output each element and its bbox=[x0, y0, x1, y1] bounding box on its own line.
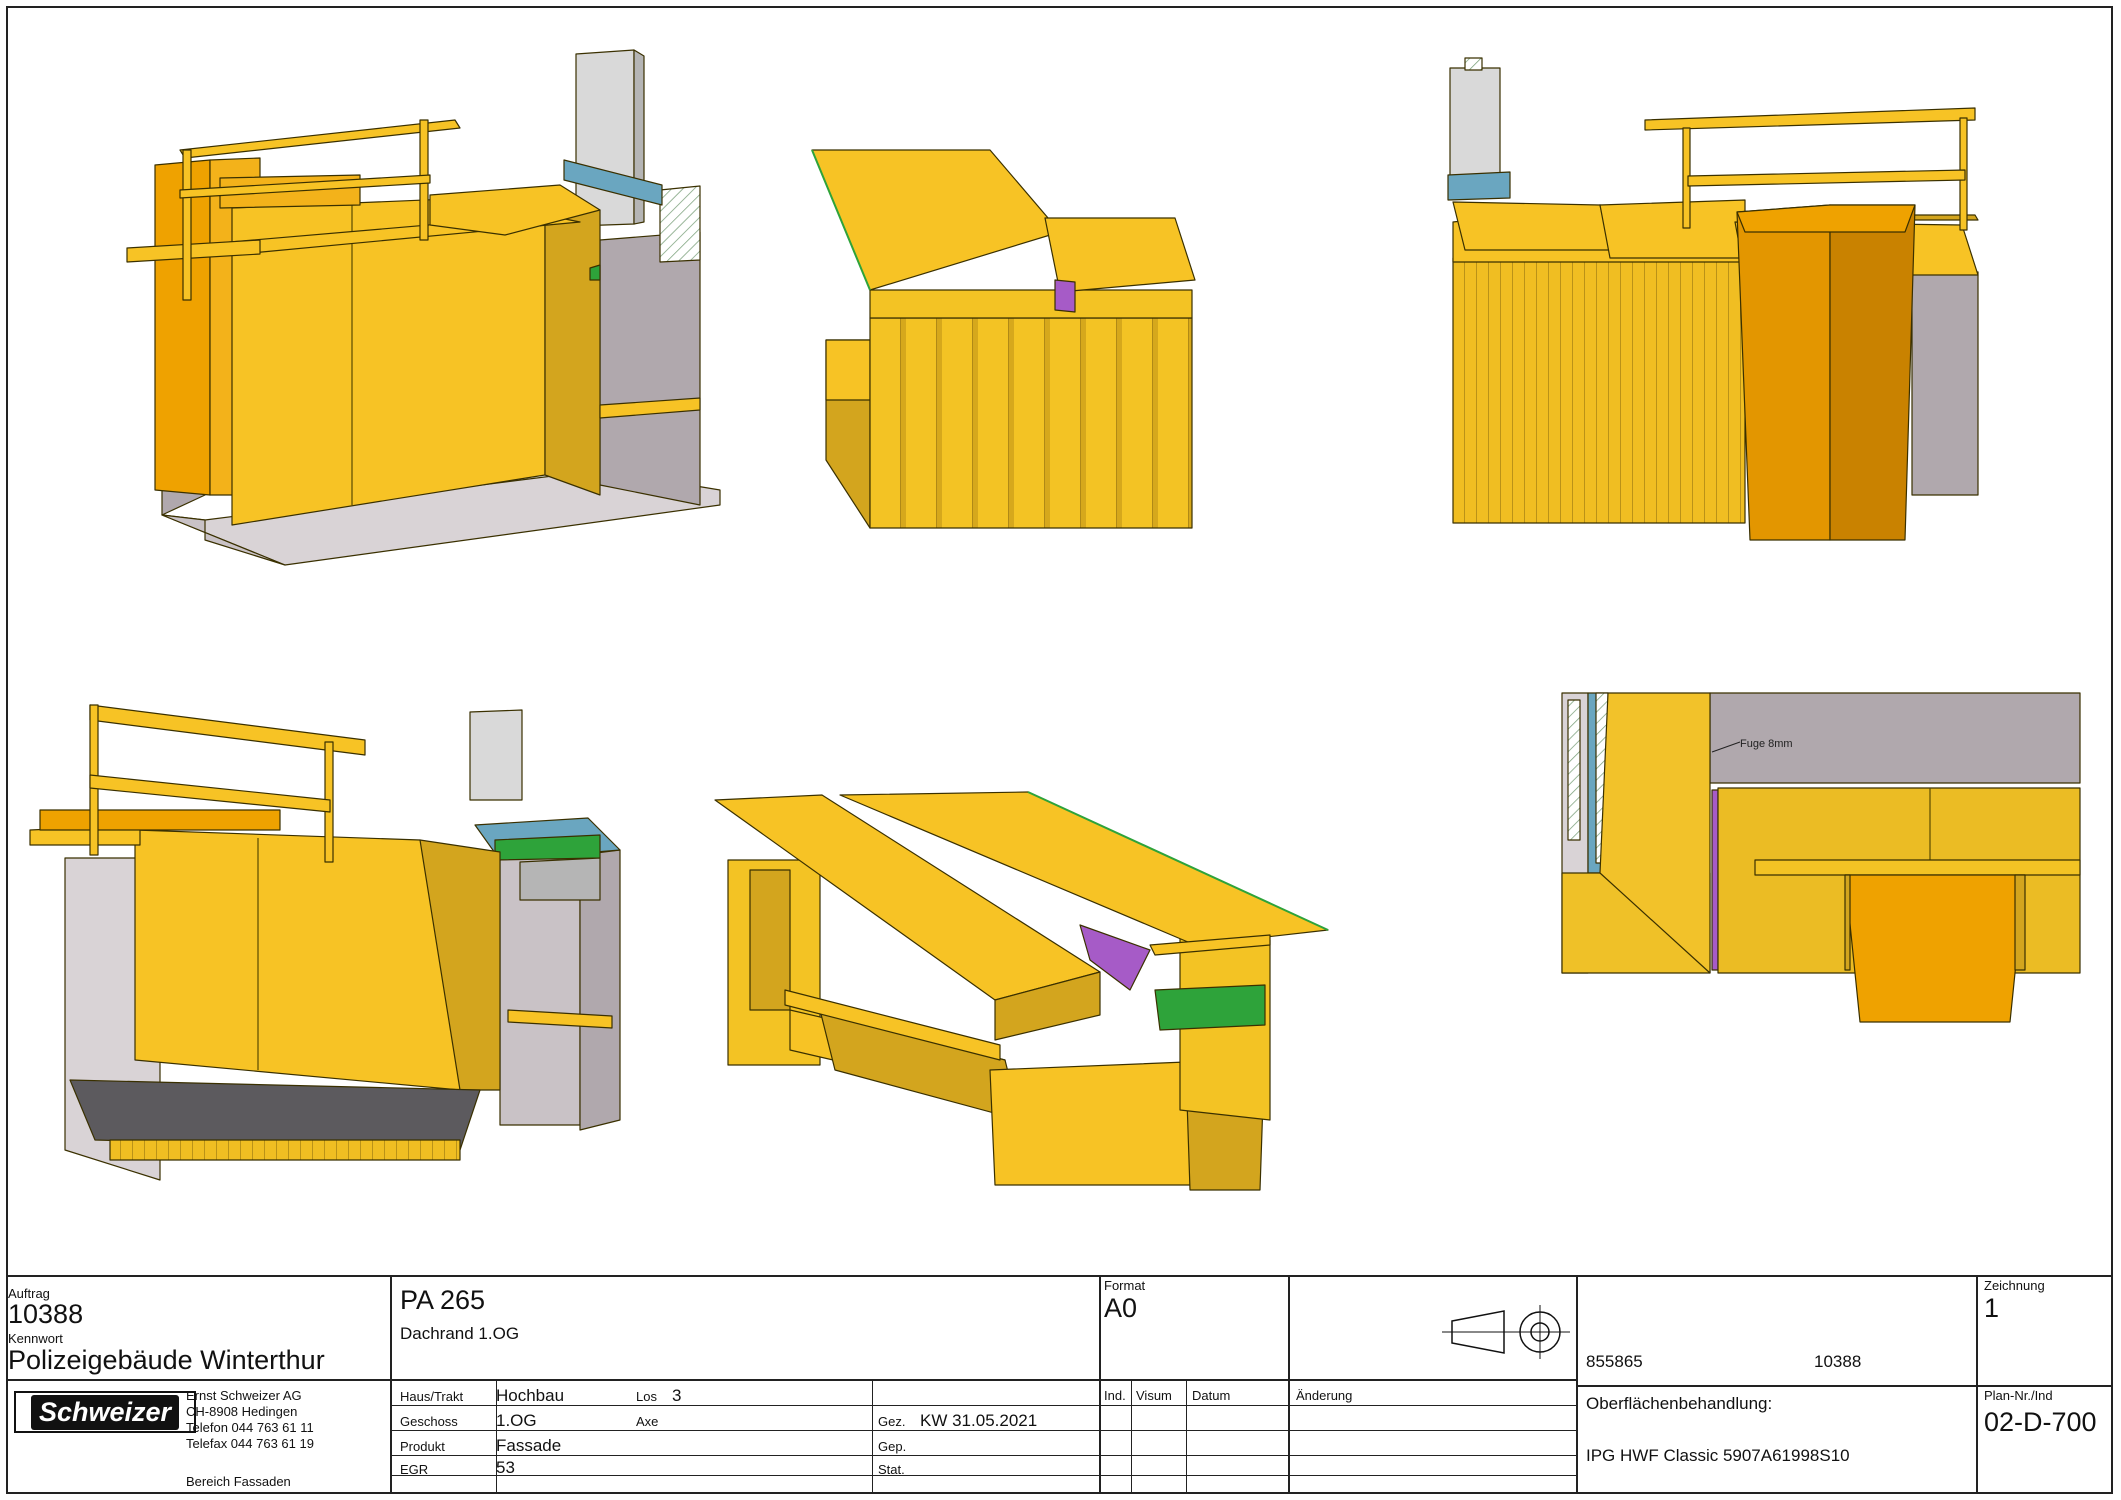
project-description: Dachrand 1.OG bbox=[400, 1324, 520, 1343]
ref-right: 10388 bbox=[1814, 1352, 1862, 1371]
company-phone: Telefon 044 763 61 11 bbox=[186, 1420, 314, 1435]
title-block: Auftrag 10388 Kennwort Polizeigebäude Wi… bbox=[6, 1275, 2113, 1494]
gez-label: Gez. bbox=[878, 1414, 906, 1429]
detail-section-view: Fuge 8mm bbox=[1561, 692, 2081, 1023]
company-department: Bereich Fassaden bbox=[186, 1474, 291, 1489]
drawing-views: Fuge 8mm bbox=[29, 49, 2081, 1191]
kennwort-label: Kennwort bbox=[8, 1331, 63, 1346]
format-value: A0 bbox=[1104, 1293, 1138, 1323]
row-value-haus: Hochbau bbox=[496, 1386, 565, 1405]
row-value-produkt: Fassade bbox=[496, 1436, 562, 1455]
iso-view-front-left bbox=[126, 49, 721, 566]
rev-header-aenderung: Änderung bbox=[1296, 1388, 1353, 1403]
iso-view-underside bbox=[29, 704, 621, 1181]
row-label-produkt: Produkt bbox=[400, 1439, 445, 1454]
row-label-geschoss: Geschoss bbox=[400, 1414, 458, 1429]
row-label-los: Los bbox=[636, 1389, 657, 1404]
iso-view-cut-perspective bbox=[714, 791, 1329, 1191]
company-fax: Telefax 044 763 61 19 bbox=[186, 1436, 314, 1451]
ref-left: 855865 bbox=[1586, 1352, 1643, 1371]
row-value-egr: 53 bbox=[496, 1458, 515, 1477]
iso-view-rear-right bbox=[1447, 57, 1979, 541]
format-label: Format bbox=[1104, 1278, 1146, 1293]
zeichnung-label: Zeichnung bbox=[1984, 1278, 2045, 1293]
stat-label: Stat. bbox=[878, 1462, 905, 1477]
surface-label: Oberflächenbehandlung: bbox=[1586, 1394, 1773, 1413]
company-logo: Schweizer bbox=[14, 1391, 196, 1433]
surface-value: IPG HWF Classic 5907A61998S10 bbox=[1586, 1446, 1850, 1465]
plan-value: 02-D-700 bbox=[1984, 1407, 2097, 1437]
projection-symbol-icon bbox=[1442, 1305, 1570, 1359]
auftrag-value: 10388 bbox=[8, 1299, 84, 1329]
iso-view-section-side bbox=[811, 149, 1196, 529]
rev-header-ind: Ind. bbox=[1104, 1388, 1126, 1403]
row-label-axe: Axe bbox=[636, 1414, 659, 1429]
company-name: Ernst Schweizer AG bbox=[186, 1388, 302, 1403]
row-value-los: 3 bbox=[672, 1386, 682, 1405]
detail-label-fuge: Fuge 8mm bbox=[1740, 738, 1793, 750]
row-label-haus: Haus/Trakt bbox=[400, 1389, 464, 1404]
plan-label: Plan-Nr./Ind bbox=[1984, 1388, 2053, 1403]
company-address: CH-8908 Hedingen bbox=[186, 1404, 298, 1419]
gep-label: Gep. bbox=[878, 1439, 907, 1454]
project-code: PA 265 bbox=[400, 1285, 486, 1315]
gez-value: KW 31.05.2021 bbox=[920, 1411, 1038, 1430]
zeichnung-value: 1 bbox=[1984, 1293, 2000, 1323]
rev-header-datum: Datum bbox=[1192, 1388, 1231, 1403]
row-value-geschoss: 1.OG bbox=[496, 1411, 537, 1430]
row-label-egr: EGR bbox=[400, 1462, 429, 1477]
kennwort-value: Polizeigebäude Winterthur bbox=[8, 1345, 325, 1375]
rev-header-visum: Visum bbox=[1136, 1388, 1172, 1403]
